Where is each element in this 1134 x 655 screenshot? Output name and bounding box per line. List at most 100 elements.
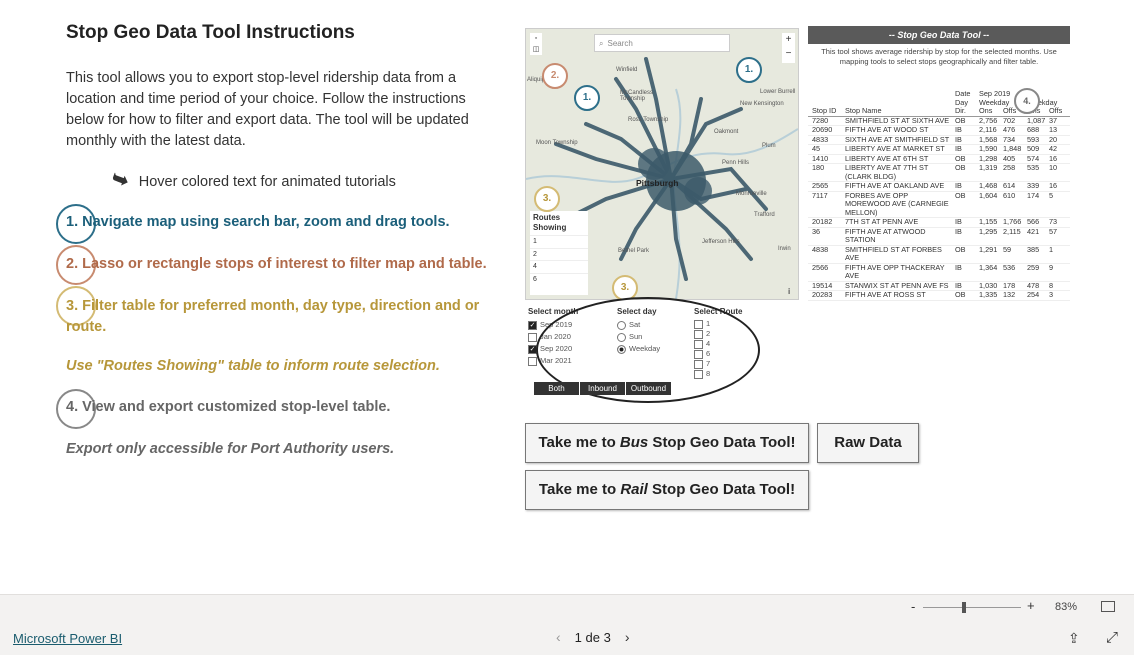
table-cell-id: 20690 (812, 126, 833, 134)
raw-data-button[interactable]: Raw Data (817, 423, 919, 463)
map-tools[interactable]: ▫ ◫ (530, 33, 542, 55)
routes-showing-table: Routes Showing 1 2 4 6 (530, 211, 588, 295)
table-row[interactable]: 36 FIFTH AVE AT ATWOOD STATION IB 1,295 2,11… (808, 228, 1070, 246)
table-row[interactable]: 7117 FORBES AVE OPP MOREWOOD AVE (CARNEGI… (808, 191, 1070, 218)
table-cell-name: SIXTH AVE AT SMITHFIELD ST (845, 135, 950, 144)
share-icon[interactable]: ⇪ (1068, 630, 1080, 647)
zoom-slider-track[interactable] (923, 607, 1021, 608)
table-cell-id: 2566 (812, 263, 829, 272)
map-place: Monroeville (736, 191, 767, 197)
bus-tool-button[interactable]: Take me to Bus Stop Geo Data Tool! (525, 423, 809, 463)
table-row[interactable]: 19514 STANWIX ST AT PENN AVE FS IB 1,030 178… (808, 281, 1070, 291)
zoom-in-button[interactable]: + (1027, 598, 1035, 613)
table-cell-d: 5 (1049, 191, 1054, 200)
table-cell-name: SMITHFIELD ST AT SIXTH AVE (845, 116, 950, 125)
table-cell-name: SMITHFIELD ST AT FORBES AVE (845, 245, 942, 262)
zoom-slider-thumb[interactable] (962, 602, 967, 613)
page-navigator: ‹ 1 de 3 › (542, 629, 644, 645)
table-row[interactable]: 20283 FIFTH AVE AT ROSS ST OB 1,335 132 254 3 (808, 291, 1070, 301)
table-row[interactable]: 7280 SMITHFIELD ST AT SIXTH AVE OB 2,756 702… (808, 116, 1070, 126)
header-day: Day (955, 98, 968, 107)
tutorial-marker-1b: 1. (736, 57, 762, 83)
routes-row: 4 (530, 260, 588, 273)
table-cell-b: 1,766 (1003, 218, 1022, 226)
table-cell-name: LIBERTY AVE AT 6TH ST (845, 154, 929, 163)
table-cell-b: 1,848 (1003, 145, 1022, 153)
table-cell-a: 1,319 (979, 164, 998, 172)
chevron-right-icon[interactable]: › (611, 629, 644, 645)
header-stop-name[interactable]: Stop Name (845, 107, 955, 116)
table-cell-a: 1,155 (979, 218, 998, 226)
table-cell-b: 734 (1003, 135, 1016, 144)
table-cell-a: 1,295 (979, 227, 998, 236)
checkbox[interactable] (528, 332, 537, 342)
table-cell-d: 13 (1049, 126, 1058, 134)
table-cell-d: 42 (1049, 145, 1058, 153)
page-title: Stop Geo Data Tool Instructions (66, 22, 355, 43)
table-cell-dir: IB (955, 145, 962, 153)
info-icon[interactable]: i (788, 287, 790, 296)
table-row[interactable]: 2566 FIFTH AVE OPP THACKERAY AVE IB 1,364 53… (808, 264, 1070, 282)
table-row[interactable]: 4833 SIXTH AVE AT SMITHFIELD ST IB 1,568 734… (808, 135, 1070, 145)
map-search-input[interactable]: ⌕ Search (594, 34, 730, 52)
table-cell-dir: IB (955, 227, 962, 236)
table-cell-d: 1 (1049, 245, 1054, 254)
table-description: This tool shows average ridership by sto… (821, 47, 1057, 66)
fit-to-page-icon[interactable] (1101, 601, 1115, 612)
routes-row: 6 (530, 272, 588, 286)
table-cell-c: 593 (1027, 135, 1040, 144)
step2-link[interactable]: 2. Lasso or rectangle stops of interest … (66, 256, 487, 272)
table-cell-id: 19514 (812, 281, 833, 290)
header-stop-id[interactable]: Stop ID (808, 107, 845, 116)
table-cell-a: 2,116 (979, 126, 997, 134)
map-zoom-control[interactable]: + − (782, 33, 795, 63)
table-cell-dir: OB (955, 154, 966, 163)
table-cell-dir: OB (955, 191, 966, 200)
direction-both-button[interactable]: Both (534, 382, 580, 395)
header-offs2[interactable]: Offs (1049, 107, 1064, 116)
table-cell-dir: IB (955, 281, 962, 290)
map-place: Trafford (754, 212, 775, 218)
header-ons[interactable]: Ons (979, 107, 1003, 116)
table-cell-c: 535 (1027, 164, 1040, 172)
map-city-label: Pittsburgh (636, 178, 679, 188)
table-row[interactable]: 180 LIBERTY AVE AT 7TH ST (CLARK BLDG) OB 1… (808, 164, 1070, 182)
checkbox-checked[interactable]: ✓ (528, 320, 537, 330)
footer-bar: Microsoft Power BI ‹ 1 de 3 › ⇪ ⤢ (0, 619, 1134, 655)
powerbi-link[interactable]: Microsoft Power BI (13, 631, 122, 646)
table-cell-b: 59 (1003, 245, 1012, 254)
stop-map[interactable]: ▫ ◫ ⌕ Search + − Winfield McCandless Townsh… (525, 28, 799, 300)
zoom-out-button[interactable]: - (911, 599, 915, 614)
table-cell-dir: IB (955, 126, 962, 134)
step1-link[interactable]: 1. Navigate map using search bar, zoom a… (66, 214, 450, 230)
table-cell-a: 1,590 (979, 145, 998, 153)
table-row[interactable]: 45 LIBERTY AVE AT MARKET ST IB 1,590 1,848 50… (808, 145, 1070, 155)
zoom-out-button[interactable]: − (782, 47, 795, 61)
table-row[interactable]: 20182 7TH ST AT PENN AVE IB 1,155 1,766 566 73 (808, 218, 1070, 228)
table-cell-b: 536 (1003, 263, 1016, 272)
table-row[interactable]: 1410 LIBERTY AVE AT 6TH ST OB 1,298 405 574 16 (808, 154, 1070, 164)
table-row[interactable]: 2565 FIFTH AVE AT OAKLAND AVE IB 1,468 614 33… (808, 182, 1070, 192)
rail-tool-button[interactable]: Take me to Rail Stop Geo Data Tool! (525, 470, 809, 510)
expand-icon[interactable]: ⤢ (1106, 629, 1118, 646)
step3-link[interactable]: 3. Filter table for preferred month, day… (66, 296, 516, 338)
table-row[interactable]: 4838 SMITHFIELD ST AT FORBES AVE OB 1,291 59… (808, 246, 1070, 264)
table-cell-b: 2,115 (1003, 227, 1021, 236)
table-cell-d: 8 (1049, 281, 1054, 290)
table-row[interactable]: 20690 FIFTH AVE AT WOOD ST IB 2,116 476 688 13 (808, 126, 1070, 136)
step4-link[interactable]: 4. View and export customized stop-level… (66, 399, 390, 415)
header-dir[interactable]: Dir. (955, 107, 979, 116)
zoom-bar: - + 83% (0, 594, 1134, 620)
direction-inbound-button[interactable]: Inbound (580, 382, 626, 395)
stop-data-table[interactable]: Date Sep 2019 20 Day Weekday Weekday Sto… (808, 90, 1070, 301)
intro-text: This tool allows you to export stop-leve… (66, 70, 469, 149)
stop-data-table-panel: -- Stop Geo Data Tool -- This tool shows… (808, 26, 1070, 396)
chevron-left-icon[interactable]: ‹ (542, 629, 575, 645)
zoom-in-button[interactable]: + (782, 33, 795, 47)
table-cell-dir: IB (955, 182, 962, 190)
header-date: Date (955, 90, 971, 98)
checkbox[interactable] (528, 356, 537, 366)
direction-outbound-button[interactable]: Outbound (626, 382, 672, 395)
table-cell-c: 174 (1027, 191, 1040, 200)
table-cell-name: FIFTH AVE AT ROSS ST (845, 291, 926, 299)
